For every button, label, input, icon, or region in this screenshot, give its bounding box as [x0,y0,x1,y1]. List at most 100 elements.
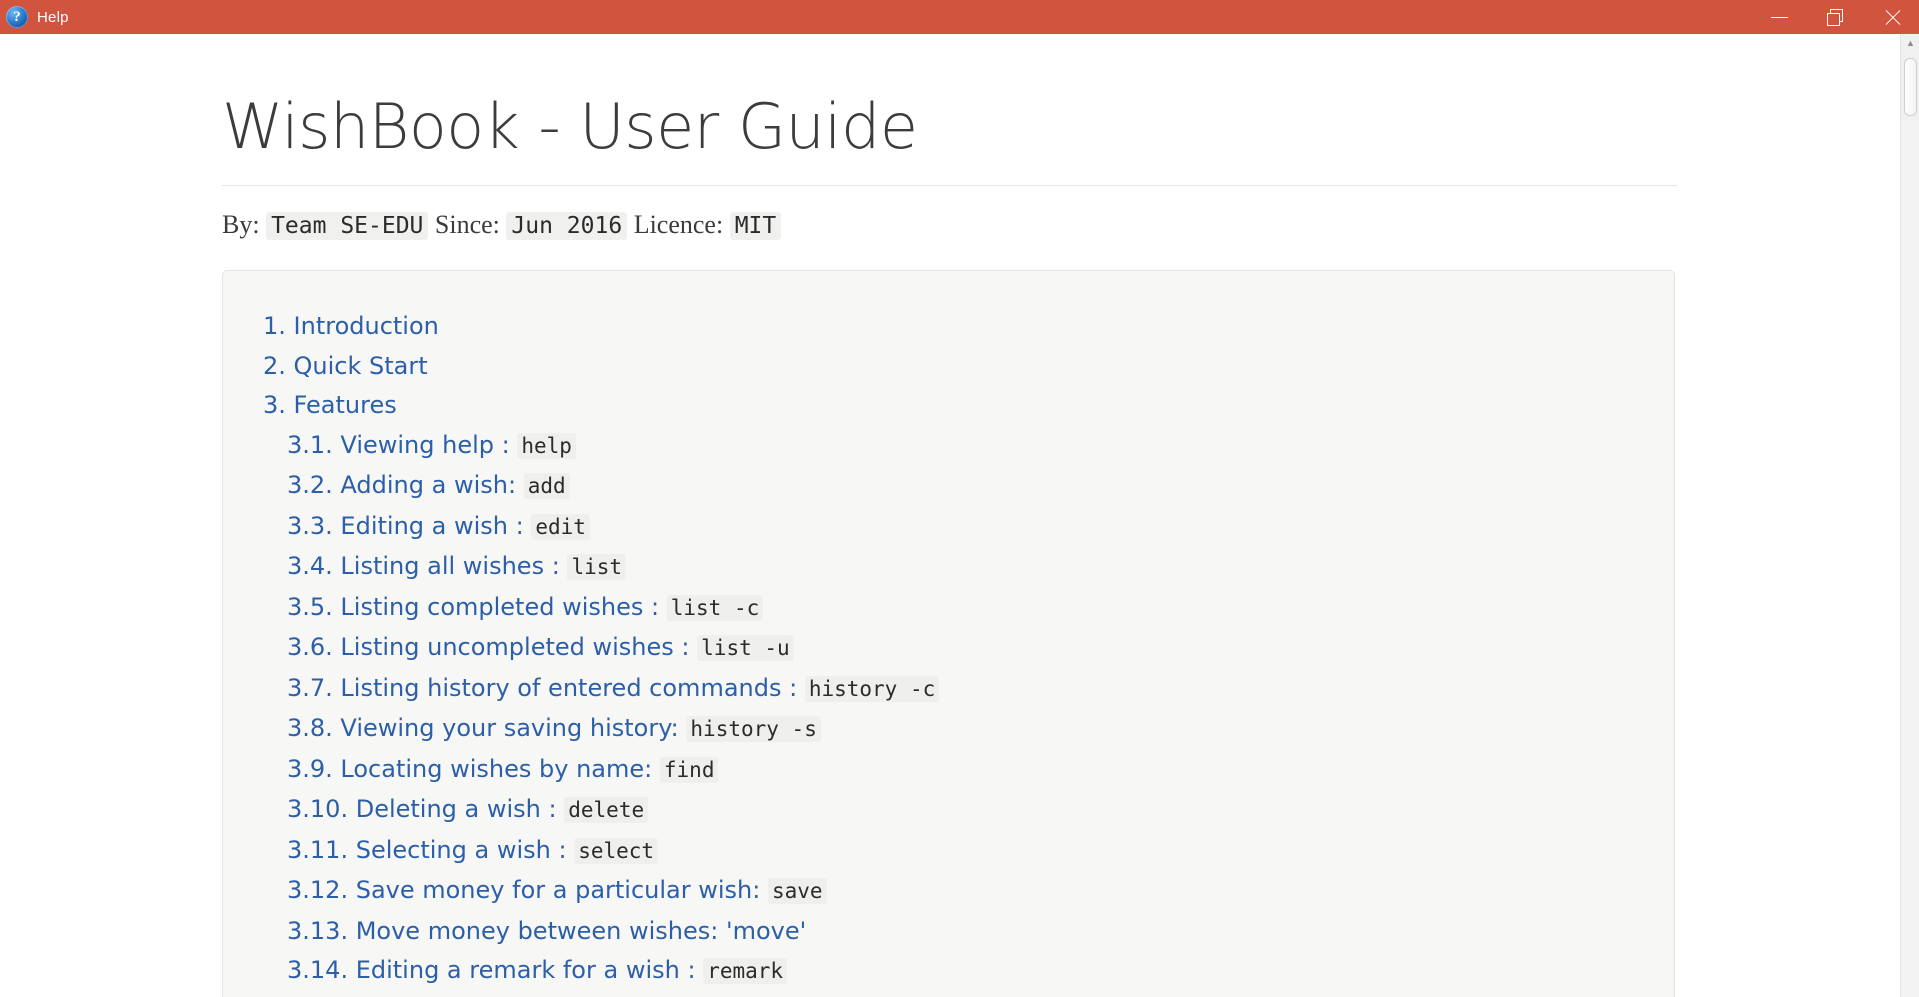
restore-button[interactable] [1807,0,1863,34]
toc-item-command: help [517,432,576,459]
toc-item-label: Locating wishes by name: [332,754,653,783]
toc-link[interactable]: 3.12. Save money for a particular wish: [287,876,760,904]
close-icon [1883,9,1900,26]
toc-item-label: Selecting a wish : [348,835,567,864]
close-button[interactable] [1863,0,1919,34]
toc-link[interactable]: 1. Introduction [263,312,439,340]
toc-item-command: list -u [697,635,794,662]
byline-author: Team SE-EDU [266,212,429,241]
table-of-contents-panel: 1. Introduction 2. Quick Start 3. Features… [222,270,1675,997]
toc-link[interactable]: 3.14. Editing a remark for a wish : [287,956,696,984]
toc-link[interactable]: 3.2. Adding a wish: [287,471,516,499]
toc-item: 3.10. Deleting a wish : delete [223,790,1674,831]
toc-item-number: 3.3. [287,511,333,540]
window-title: Help [37,8,69,26]
toc-link[interactable]: 3. Features [263,391,397,419]
scrollbar-track[interactable] [1901,120,1919,997]
toc-link[interactable]: 3.13. Move money between wishes: 'move' [287,917,806,945]
toc-item: 1. Introduction [223,307,1674,347]
help-question-icon: ? [6,6,28,28]
restore-icon [1827,9,1843,26]
toc-item-label: Move money between wishes: 'move' [348,916,807,945]
toc-item-number: 3.5. [287,592,333,621]
toc-item-label: Introduction [285,312,439,341]
toc-link[interactable]: 3.9. Locating wishes by name: [287,755,652,783]
toc-item-number: 3.11. [287,835,349,864]
toc-item: 3.3. Editing a wish : edit [223,507,1674,548]
toc-link[interactable]: 3.6. Listing uncompleted wishes : [287,633,690,661]
toc-item-number: 2. [263,351,286,380]
toc-item: 3.11. Selecting a wish : select [223,831,1674,872]
toc-link[interactable]: 3.1. Viewing help : [287,431,510,459]
toc-item: 3.13. Move money between wishes: 'move' [223,912,1674,952]
toc-item-label: Listing uncompleted wishes : [332,633,690,662]
toc-item-number: 3.1. [287,430,333,459]
byline-since-label: Since: [434,210,500,240]
toc-item-command: select [574,837,659,864]
toc-link[interactable]: 3.10. Deleting a wish : [287,795,557,823]
toc-item-number: 3.6. [287,633,333,662]
toc-item-label: Save money for a particular wish: [348,876,761,905]
toc-link[interactable]: 2. Quick Start [263,352,428,380]
toc-item-command: delete [564,797,649,824]
scrollbar-thumb[interactable] [1904,58,1917,116]
toc-item: 3.4. Listing all wishes : list [223,547,1674,588]
toc-item: 3.12. Save money for a particular wish: … [223,871,1674,912]
toc-item-number: 3.4. [287,552,333,581]
toc-item-number: 3.12. [287,876,349,905]
page-title: WishBook - User Guide [222,90,918,163]
toc-item-command: list [567,554,627,581]
window-controls [1751,0,1919,34]
table-of-contents-list: 1. Introduction 2. Quick Start 3. Features… [223,307,1674,992]
minimize-icon [1770,16,1788,18]
toc-item-label: Listing completed wishes : [332,592,660,621]
minimize-button[interactable] [1751,0,1807,34]
toc-item-label: Listing history of entered commands : [332,673,798,702]
toc-link[interactable]: 3.8. Viewing your saving history: [287,714,679,742]
toc-item-command: add [523,473,570,500]
toc-item: 3.7. Listing history of entered commands… [223,669,1674,710]
toc-item-number: 3.14. [287,956,349,985]
toc-item: 3.1. Viewing help : help [223,426,1674,467]
help-document-viewport: WishBook - User Guide By: Team SE-EDU Si… [0,34,1900,997]
help-document-content: WishBook - User Guide By: Team SE-EDU Si… [0,34,1900,997]
toc-link[interactable]: 3.3. Editing a wish : [287,512,524,540]
toc-link[interactable]: 3.5. Listing completed wishes : [287,593,659,621]
toc-item: 3.5. Listing completed wishes : list -c [223,588,1674,629]
toc-item: 3. Features [223,386,1674,426]
toc-item-number: 3.7. [287,673,333,702]
toc-item-label: Adding a wish: [332,471,517,500]
toc-item-number: 3.2. [287,471,333,500]
byline-licence-value: MIT [729,212,782,241]
toc-item-command: list -c [666,594,764,621]
toc-item-label: Viewing your saving history: [332,714,679,743]
toc-link[interactable]: 3.4. Listing all wishes : [287,552,560,580]
toc-item: 3.8. Viewing your saving history: histor… [223,709,1674,750]
byline-licence-label: Licence: [633,210,724,240]
toc-item-number: 3.13. [287,916,349,945]
byline-since-value: Jun 2016 [506,212,628,241]
toc-item-label: Listing all wishes : [332,552,560,581]
toc-item: 2. Quick Start [223,347,1674,387]
toc-item-number: 3.9. [287,754,333,783]
byline: By: Team SE-EDU Since: Jun 2016 Licence:… [0,186,1900,241]
chevron-up-icon[interactable]: ▲ [1901,34,1919,52]
toc-item-command: remark [703,958,788,985]
toc-item-number: 3.8. [287,714,333,743]
window-titlebar: ? Help [0,0,1919,34]
vertical-scrollbar[interactable]: ▲ [1900,34,1919,997]
toc-item-command: history -c [804,675,940,702]
toc-item: 3.9. Locating wishes by name: find [223,750,1674,791]
toc-item-command: save [767,878,827,905]
toc-item-number: 1. [263,312,286,341]
byline-by-label: By: [222,210,260,240]
toc-item-command: history -s [686,716,821,743]
toc-item-label: Editing a wish : [332,511,524,540]
toc-item-number: 3. [263,391,286,420]
toc-item-number: 3.10. [287,795,349,824]
toc-item: 3.6. Listing uncompleted wishes : list -… [223,628,1674,669]
toc-item-command: find [659,756,719,783]
toc-link[interactable]: 3.11. Selecting a wish : [287,836,567,864]
toc-link[interactable]: 3.7. Listing history of entered commands… [287,674,797,702]
toc-item-label: Viewing help : [332,430,510,459]
